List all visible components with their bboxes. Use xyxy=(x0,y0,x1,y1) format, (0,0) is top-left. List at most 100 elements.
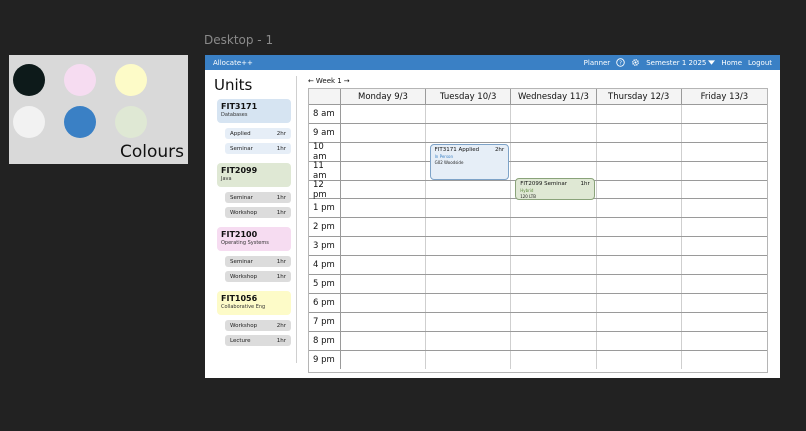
timeslot-cell[interactable] xyxy=(426,123,512,142)
timeslot-cell[interactable] xyxy=(426,350,512,370)
timeslot-cell[interactable] xyxy=(682,275,767,293)
timeslot-cell[interactable] xyxy=(341,293,427,312)
timeslot-cell[interactable] xyxy=(341,161,427,180)
timeslot-cell[interactable] xyxy=(341,123,427,142)
timeslot-cell[interactable] xyxy=(426,105,512,123)
unit-card-fit1056[interactable]: FIT1056 Collaborative Eng xyxy=(217,291,291,315)
timeslot-cell[interactable] xyxy=(597,161,682,180)
timeslot-cell[interactable] xyxy=(426,275,512,293)
timeslot-cell[interactable] xyxy=(511,312,597,331)
class-chip[interactable]: Seminar 1hr xyxy=(225,192,291,203)
help-circle-icon[interactable]: ? xyxy=(616,58,625,67)
timeslot-cell[interactable] xyxy=(341,312,427,331)
timeslot-cell[interactable] xyxy=(426,180,512,199)
timetable-header: Monday 9/3 Tuesday 10/3 Wednesday 11/3 Thur… xyxy=(309,89,767,105)
timeslot-cell[interactable] xyxy=(341,237,427,256)
timeslot-cell[interactable] xyxy=(682,351,767,370)
timeslot-cell[interactable] xyxy=(597,350,682,370)
timeslot-cell[interactable] xyxy=(597,256,682,275)
nav-home[interactable]: Home xyxy=(721,59,742,67)
timeslot-cell[interactable] xyxy=(341,218,427,237)
timeslot-cell[interactable] xyxy=(511,123,597,142)
class-chip[interactable]: Workshop 1hr xyxy=(225,271,291,282)
class-chip[interactable]: Workshop 1hr xyxy=(225,207,291,218)
timeslot-cell[interactable] xyxy=(426,237,512,256)
timeslot-cell[interactable] xyxy=(597,105,682,123)
day-header: Thursday 12/3 xyxy=(597,89,682,104)
unit-name: Java xyxy=(221,176,232,182)
class-chip-duration: 1hr xyxy=(276,258,286,265)
timetable-event[interactable]: FIT3171 Applied 2hr In Person G02 Woodside xyxy=(429,143,510,180)
nav-planner[interactable]: Planner xyxy=(584,59,611,67)
timetable-event[interactable]: FIT2099 Seminar 1hr Hybrid 120 LTB xyxy=(515,177,595,201)
timeslot-cell[interactable] xyxy=(341,256,427,275)
timeslot-cell[interactable] xyxy=(597,180,682,199)
class-chip[interactable]: Seminar 1hr xyxy=(225,143,291,154)
timeslot-cell[interactable] xyxy=(511,350,597,370)
class-chip[interactable]: Seminar 1hr xyxy=(225,256,291,267)
week-next-arrow-icon[interactable]: → xyxy=(344,77,350,85)
class-chip[interactable]: Lecture 1hr xyxy=(225,335,291,346)
timeslot-cell[interactable] xyxy=(597,275,682,293)
timeslot-cell[interactable] xyxy=(597,199,682,218)
timeslot-cell[interactable] xyxy=(341,180,427,199)
timeslot-cell[interactable] xyxy=(426,199,512,218)
timeslot-cell[interactable] xyxy=(511,105,597,123)
timeslot-cell[interactable] xyxy=(426,256,512,275)
nav-logout[interactable]: Logout xyxy=(748,59,772,67)
timeslot-cell[interactable] xyxy=(597,331,682,350)
timeslot-cell[interactable] xyxy=(341,275,427,293)
timeslot-cell[interactable] xyxy=(682,181,767,199)
timeslot-cell[interactable] xyxy=(682,105,767,123)
class-chip[interactable]: Applied 2hr xyxy=(225,128,291,139)
timeslot-cell[interactable] xyxy=(511,237,597,256)
brand-link[interactable]: Allocate++ xyxy=(213,59,584,67)
timetable-grid: Monday 9/3 Tuesday 10/3 Wednesday 11/3 Thur… xyxy=(308,88,768,373)
timeslot-cell[interactable] xyxy=(597,237,682,256)
timeslot-cell[interactable] xyxy=(682,332,767,350)
time-label: 8 am xyxy=(309,105,341,123)
timeslot-cell[interactable] xyxy=(511,142,597,161)
timeslot-cell[interactable] xyxy=(597,312,682,331)
timeslot-cell[interactable] xyxy=(511,218,597,237)
timeslot-cell[interactable] xyxy=(341,350,427,370)
unit-card-fit2099[interactable]: FIT2099 Java xyxy=(217,163,291,187)
timeslot-cell[interactable] xyxy=(426,331,512,350)
timeslot-cell[interactable] xyxy=(682,124,767,142)
timeslot-cell[interactable] xyxy=(682,162,767,180)
unit-card-fit3171[interactable]: FIT3171 Databases xyxy=(217,99,291,123)
timeslot-cell[interactable] xyxy=(597,123,682,142)
gear-icon[interactable] xyxy=(631,58,640,67)
timeslot-cell[interactable] xyxy=(426,218,512,237)
timeslot-cell[interactable] xyxy=(511,293,597,312)
timeslot-cell[interactable] xyxy=(682,218,767,236)
class-chip[interactable]: Workshop 2hr xyxy=(225,320,291,331)
timeslot-cell[interactable] xyxy=(597,142,682,161)
timeslot-cell[interactable] xyxy=(511,199,597,218)
timeslot-cell[interactable] xyxy=(682,199,767,217)
week-prev-arrow-icon[interactable]: ← xyxy=(308,77,314,85)
class-chip-label: Lecture xyxy=(230,337,251,344)
timeslot-cell[interactable] xyxy=(511,161,597,180)
semester-dropdown[interactable]: Semester 1 2025 xyxy=(646,59,716,67)
timeslot-cell[interactable] xyxy=(341,199,427,218)
time-label: 11 am xyxy=(309,161,341,181)
timeslot-cell[interactable] xyxy=(341,142,427,161)
timeslot-cell[interactable] xyxy=(426,293,512,312)
timeslot-cell[interactable] xyxy=(682,294,767,312)
timeslot-cell[interactable] xyxy=(511,331,597,350)
timeslot-cell[interactable] xyxy=(682,256,767,274)
timeslot-cell[interactable] xyxy=(341,105,427,123)
timeslot-cell[interactable] xyxy=(597,218,682,237)
timeslot-cell[interactable] xyxy=(426,312,512,331)
timeslot-cell[interactable] xyxy=(341,331,427,350)
unit-card-fit2100[interactable]: FIT2100 Operating Systems xyxy=(217,227,291,251)
timeslot-cell[interactable] xyxy=(511,256,597,275)
timeslot-cell[interactable] xyxy=(682,313,767,331)
timeslot-cell[interactable] xyxy=(511,275,597,293)
time-row: 9 am xyxy=(309,123,767,143)
timeslot-cell[interactable] xyxy=(682,237,767,255)
timeslot-cell[interactable] xyxy=(682,143,767,161)
class-chip-label: Seminar xyxy=(230,194,253,201)
timeslot-cell[interactable] xyxy=(597,293,682,312)
